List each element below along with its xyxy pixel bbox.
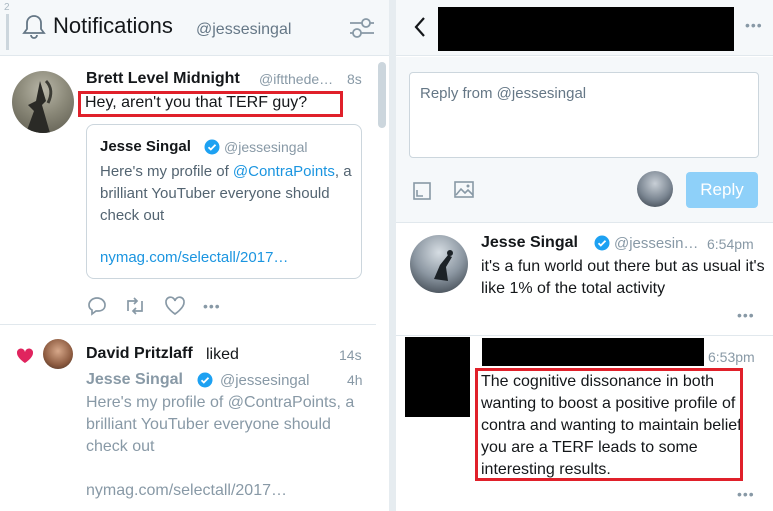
quoted-user-handle: @jessesingal (224, 139, 308, 155)
notification-reply[interactable]: Brett Level Midnight @iftthede… 8s Hey, … (0, 57, 376, 325)
quoted-user-handle[interactable]: @jessesingal (220, 372, 309, 389)
redacted-avatar (405, 337, 470, 417)
column-title: Notifications (53, 13, 173, 38)
mention-link[interactable]: @ContraPoints (233, 163, 335, 180)
liked-tweet-text: Here's my profile of @ContraPoints, a br… (86, 394, 355, 455)
timestamp[interactable]: 6:53pm (708, 349, 755, 365)
bell-icon (22, 14, 46, 45)
avatar[interactable] (43, 339, 73, 369)
verified-icon (197, 372, 213, 393)
user-handle[interactable]: @iftthede… (259, 71, 333, 87)
column-header: 2 Notifications @jessesingal (0, 0, 389, 56)
scrollbar[interactable] (378, 62, 386, 128)
media-icon[interactable] (412, 181, 432, 206)
timestamp[interactable]: 14s (339, 347, 362, 363)
conversation-column: ••• Reply from @jessesingal Reply Jesse … (396, 0, 773, 511)
like-icon[interactable] (164, 295, 186, 322)
quoted-tweet[interactable]: Jesse Singal @jessesingal Here's my prof… (86, 124, 362, 279)
quoted-user-name: Jesse Singal (100, 138, 191, 155)
back-icon[interactable] (413, 16, 427, 43)
column-drag-handle[interactable] (6, 14, 9, 50)
account-avatar[interactable] (637, 171, 673, 207)
user-name[interactable]: David Pritzlaff (86, 345, 193, 363)
tweet-actions: ••• (86, 295, 246, 317)
reply-composer: Reply from @jessesingal Reply (396, 57, 773, 223)
more-icon[interactable]: ••• (737, 487, 755, 501)
avatar[interactable] (12, 71, 74, 133)
notifications-column: 2 Notifications @jessesingal Brett Level… (0, 0, 389, 511)
avatar[interactable] (410, 235, 468, 293)
user-name[interactable]: Jesse Singal (481, 234, 578, 252)
reply-button[interactable]: Reply (686, 172, 758, 208)
verified-icon (594, 235, 610, 256)
highlight-box (475, 368, 743, 481)
column-divider (389, 0, 396, 511)
quoted-user-name[interactable]: Jesse Singal (86, 371, 183, 389)
filter-icon[interactable] (348, 15, 376, 46)
timestamp[interactable]: 4h (347, 372, 363, 388)
liked-tweet-link[interactable]: nymag.com/selectall/2017… (86, 482, 287, 500)
reply-icon[interactable] (86, 295, 108, 322)
retweet-icon[interactable] (123, 295, 147, 322)
tweet-text: it's a fun world out there but as usual … (481, 258, 765, 297)
more-icon[interactable]: ••• (203, 299, 221, 313)
more-icon[interactable]: ••• (745, 18, 763, 32)
reply-placeholder: Reply from @jessesingal (420, 85, 587, 102)
quoted-text-start: Here's my profile of (100, 163, 233, 180)
action-label: liked (206, 346, 239, 363)
more-icon[interactable]: ••• (737, 308, 755, 322)
verified-icon (204, 139, 220, 160)
conversation-tweet[interactable]: Jesse Singal @jessesin… 6:54pm it's a fu… (396, 223, 773, 336)
user-handle[interactable]: @jessesin… (614, 235, 698, 252)
column-number: 2 (4, 2, 10, 13)
column-account: @jessesingal (196, 21, 292, 38)
reply-input[interactable]: Reply from @jessesingal (409, 72, 759, 158)
conversation-tweet[interactable]: 6:53pm The cognitive dissonance in both … (396, 337, 773, 511)
heart-icon (16, 348, 34, 369)
conversation-header: ••• (396, 0, 773, 56)
timestamp[interactable]: 6:54pm (707, 236, 754, 252)
quoted-link[interactable]: nymag.com/selectall/2017… (100, 249, 288, 266)
quoted-text: Here's my profile of @ContraPoints, a br… (100, 161, 358, 227)
redacted-header-title (438, 7, 734, 51)
notification-like[interactable]: David Pritzlaff liked 14s Jesse Singal @… (0, 326, 376, 511)
image-icon[interactable] (453, 180, 475, 205)
redacted-user-name (482, 338, 704, 366)
highlight-box (78, 91, 343, 117)
timestamp[interactable]: 8s (347, 71, 362, 87)
user-name[interactable]: Brett Level Midnight (86, 70, 240, 88)
